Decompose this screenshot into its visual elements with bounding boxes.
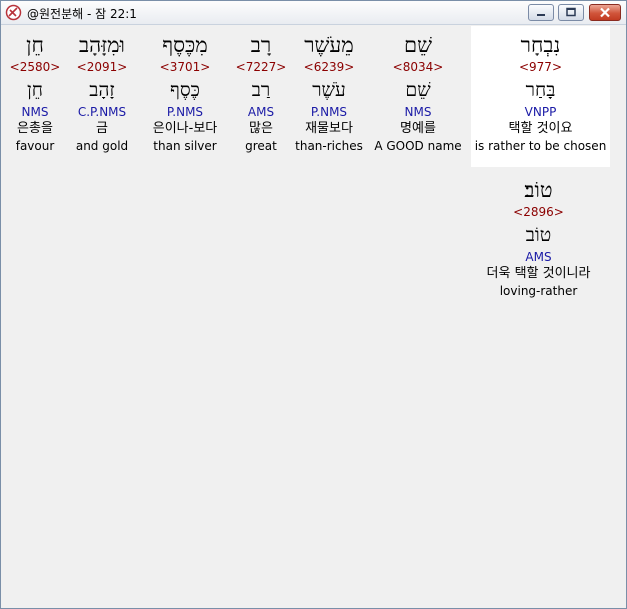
minimize-icon <box>537 14 545 16</box>
word-card-tov[interactable]: טוֹב׃ <2896> טוֹב AMS 더욱 택할 것이니라 loving-… <box>469 171 608 312</box>
english-gloss: A GOOD name <box>374 139 462 153</box>
word-card-mikkesef[interactable]: מִכֶּסֶף <3701> כֶּסֶף P.NMS 은이나-보다 than… <box>141 26 229 167</box>
strong-number-link[interactable]: <2896> <box>469 205 608 220</box>
word-card-rav[interactable]: רָב <7227> רַב AMS 많은 great <box>233 26 289 167</box>
strong-number-link[interactable]: <7227> <box>233 60 289 75</box>
interlinear-content: נִבְחָר <977> בָּחַר VNPP 택할 것이요 is rath… <box>1 25 626 608</box>
morphology-code: NMS <box>404 105 432 119</box>
korean-gloss: 은총을 <box>17 121 53 136</box>
morphology-code: AMS <box>247 105 275 119</box>
english-gloss: than silver <box>153 139 217 153</box>
english-gloss: is rather to be chosen <box>474 139 607 153</box>
korean-gloss: 은이나-보다 <box>152 121 218 136</box>
title-bar[interactable]: @원전분해 - 잠 22:1 <box>1 1 626 25</box>
morphology-code: P.NMS <box>310 105 348 119</box>
morphology-code: VNPP <box>524 105 557 119</box>
hebrew-lemma: בָּחַר <box>525 79 556 101</box>
english-gloss: favour <box>15 139 55 153</box>
hebrew-lemma: עֹשֶׁר <box>312 79 346 101</box>
hebrew-word: נִבְחָר <box>520 33 561 57</box>
hebrew-word: חֵן <box>26 33 44 57</box>
korean-gloss: 금 <box>96 121 108 136</box>
english-gloss: loving-rather <box>499 284 578 298</box>
window-title: @원전분해 - 잠 22:1 <box>27 7 137 21</box>
word-card-chen[interactable]: חֵן <2580> חֵן NMS 은총을 favour <box>9 26 61 167</box>
english-gloss: and gold <box>75 139 129 153</box>
hebrew-word: מִכֶּסֶף <box>162 33 208 57</box>
strong-number-link[interactable]: <977> <box>471 60 610 75</box>
korean-gloss: 재물보다 <box>305 121 353 136</box>
hebrew-word: וּמִזָּהָב <box>79 33 125 57</box>
strong-number-link[interactable]: <3701> <box>141 60 229 75</box>
maximize-icon <box>566 7 576 17</box>
strong-number-link[interactable]: <2580> <box>9 60 61 75</box>
hebrew-word: שֵׁם <box>404 33 432 57</box>
hebrew-lemma: טוֹב <box>525 224 552 246</box>
morphology-code: NMS <box>21 105 49 119</box>
english-gloss: than-riches <box>295 139 363 153</box>
english-gloss: great <box>245 139 277 153</box>
hebrew-word: טוֹב׃ <box>524 178 553 202</box>
hebrew-word: רָב <box>250 33 272 57</box>
strong-number-link[interactable]: <8034> <box>367 60 469 75</box>
strong-number-link[interactable]: <2091> <box>70 60 134 75</box>
hebrew-lemma: שֵׁם <box>405 79 431 101</box>
korean-gloss: 택할 것이요 <box>508 121 573 136</box>
word-card-shem[interactable]: שֵׁם <8034> שֵׁם NMS 명예를 A GOOD name <box>367 26 469 167</box>
hebrew-lemma: חֵן <box>26 79 44 101</box>
word-card-nivchar[interactable]: נִבְחָר <977> בָּחַר VNPP 택할 것이요 is rath… <box>471 26 610 167</box>
hebrew-lemma: זָהָב <box>89 79 115 101</box>
hebrew-word: מֵעֹשֶׁר <box>304 33 354 57</box>
minimize-button[interactable] <box>528 4 554 21</box>
morphology-code: AMS <box>525 250 552 264</box>
hebrew-lemma: רַב <box>251 79 271 101</box>
strong-number-link[interactable]: <6239> <box>292 60 366 75</box>
app-icon[interactable] <box>5 4 22 21</box>
korean-gloss: 많은 <box>249 121 273 136</box>
korean-gloss: 더욱 택할 것이니라 <box>486 266 591 281</box>
morphology-code: C.P.NMS <box>77 105 127 119</box>
close-button[interactable] <box>589 4 621 21</box>
maximize-button[interactable] <box>558 4 584 21</box>
word-card-meosher[interactable]: מֵעֹשֶׁר <6239> עֹשֶׁר P.NMS 재물보다 than-r… <box>292 26 366 167</box>
app-window: @원전분해 - 잠 22:1 נִבְחָר <977> בָּחַר VNPP… <box>0 0 627 609</box>
morphology-code: P.NMS <box>166 105 204 119</box>
hebrew-lemma: כֶּסֶף <box>170 79 200 101</box>
korean-gloss: 명예를 <box>400 121 436 136</box>
close-icon <box>600 7 610 18</box>
word-card-umizzahav[interactable]: וּמִזָּהָב <2091> זָהָב C.P.NMS 금 and go… <box>70 26 134 167</box>
